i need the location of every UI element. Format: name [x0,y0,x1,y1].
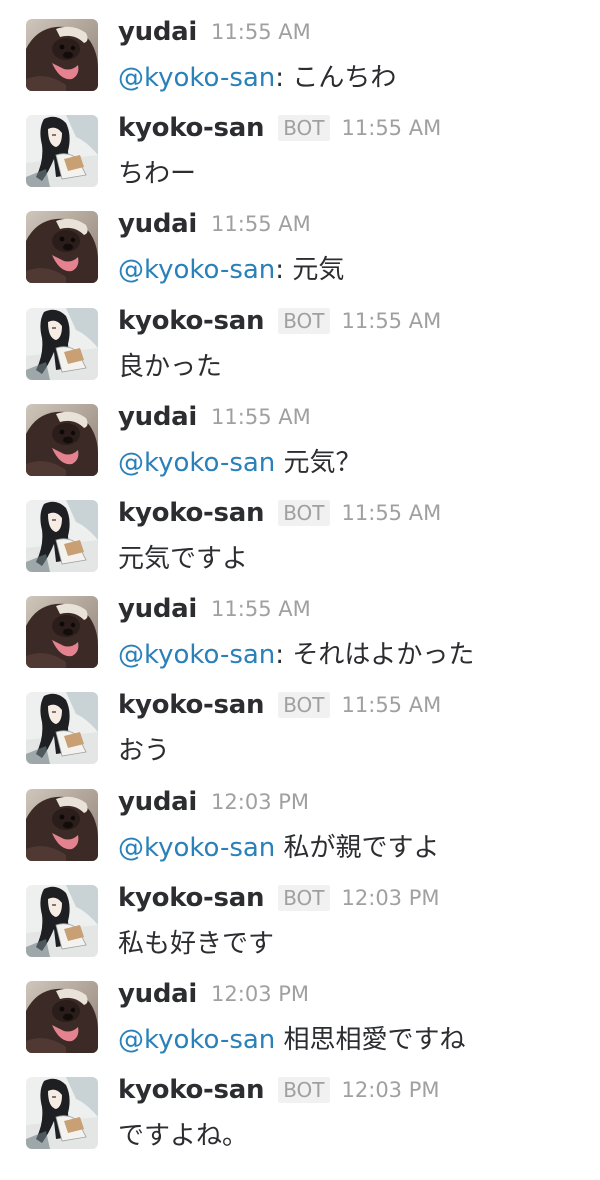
avatar[interactable] [26,19,98,91]
user-mention-link[interactable]: @kyoko-san [118,1025,275,1055]
timestamp[interactable]: 12:03 PM [211,790,309,814]
username[interactable]: kyoko-san [118,1075,264,1105]
username[interactable]: kyoko-san [118,498,264,528]
message-header: yudai 12:03 PM [118,978,309,1010]
message-row: kyoko-san BOT 12:03 PM ですよね。 [0,1058,600,1154]
username[interactable]: kyoko-san [118,306,264,336]
message-body: ちわー [118,159,197,189]
message-header: kyoko-san BOT 11:55 AM [118,112,441,144]
message-header: kyoko-san BOT 12:03 PM [118,1074,440,1106]
bot-badge: BOT [278,885,330,911]
message-list: yudai 11:55 AM @kyoko-san: こんちわ kyoko-san BO… [0,0,600,1180]
message-row: kyoko-san BOT 11:55 AM 元気ですよ [0,481,600,577]
message-row: yudai 12:03 PM @kyoko-san 相思相愛ですね [0,962,600,1058]
avatar[interactable] [26,596,98,668]
user-mention-link[interactable]: @kyoko-san [118,63,275,93]
message-body: ですよね。 [118,1121,249,1151]
user-mention-link[interactable]: @kyoko-san [118,833,275,863]
message-body: 私が親ですよ [275,833,440,863]
timestamp[interactable]: 11:55 AM [342,309,442,333]
message-header: yudai 11:55 AM [118,208,311,240]
timestamp[interactable]: 11:55 AM [211,405,311,429]
message-header: kyoko-san BOT 12:03 PM [118,882,440,914]
user-mention-link[interactable]: @kyoko-san [118,255,275,285]
message-header: yudai 11:55 AM [118,16,311,48]
message-row: kyoko-san BOT 11:55 AM 良かった [0,289,600,385]
avatar[interactable] [26,885,98,957]
timestamp[interactable]: 11:55 AM [342,693,442,717]
message-header: yudai 11:55 AM [118,401,311,433]
avatar[interactable] [26,308,98,380]
message-body: : 元気 [275,255,345,285]
username[interactable]: yudai [118,209,197,239]
message-text: @kyoko-san: こんちわ [118,60,396,96]
bot-badge: BOT [278,1077,330,1103]
message-row: yudai 11:55 AM @kyoko-san: 元気 [0,192,600,288]
message-body: 元気ですよ [118,544,249,574]
avatar[interactable] [26,115,98,187]
message-text: @kyoko-san 私が親ですよ [118,830,440,866]
message-row: kyoko-san BOT 11:55 AM ちわー [0,96,600,192]
message-body: : こんちわ [275,63,397,93]
message-text: @kyoko-san: それはよかった [118,637,474,673]
avatar[interactable] [26,404,98,476]
avatar[interactable] [26,211,98,283]
avatar[interactable] [26,1077,98,1149]
timestamp[interactable]: 12:03 PM [342,886,440,910]
bot-badge: BOT [278,692,330,718]
message-body: おう [118,736,171,766]
message-text: ちわー [118,156,196,192]
username[interactable]: kyoko-san [118,883,264,913]
user-mention-link[interactable]: @kyoko-san [118,448,275,478]
timestamp[interactable]: 11:55 AM [211,597,311,621]
message-row: yudai 12:03 PM @kyoko-san 私が親ですよ [0,770,600,866]
message-body: : それはよかった [275,640,475,670]
timestamp[interactable]: 11:55 AM [211,20,311,44]
message-header: kyoko-san BOT 11:55 AM [118,305,441,337]
username[interactable]: kyoko-san [118,690,264,720]
message-row: yudai 11:55 AM @kyoko-san 元気？ [0,385,600,481]
avatar[interactable] [26,789,98,861]
message-text: 元気ですよ [118,541,248,577]
message-row: kyoko-san BOT 11:55 AM おう [0,673,600,769]
username[interactable]: yudai [118,402,197,432]
avatar[interactable] [26,692,98,764]
username[interactable]: yudai [118,979,197,1009]
bot-badge: BOT [278,115,330,141]
avatar[interactable] [26,500,98,572]
avatar[interactable] [26,981,98,1053]
username[interactable]: yudai [118,594,197,624]
timestamp[interactable]: 12:03 PM [342,1078,440,1102]
message-text: @kyoko-san 元気？ [118,445,362,481]
message-body: 私も好きです [118,929,275,959]
message-text: ですよね。 [118,1118,248,1154]
username[interactable]: yudai [118,17,197,47]
timestamp[interactable]: 11:55 AM [342,116,442,140]
message-row: yudai 11:55 AM @kyoko-san: こんちわ [0,0,600,96]
timestamp[interactable]: 12:03 PM [211,982,309,1006]
message-text: @kyoko-san: 元気 [118,252,344,288]
message-text: @kyoko-san 相思相愛ですね [118,1022,466,1058]
message-body: 相思相愛ですね [275,1025,466,1055]
message-text: 私も好きです [118,926,274,962]
message-text: 良かった [118,349,222,385]
message-header: kyoko-san BOT 11:55 AM [118,689,441,721]
user-mention-link[interactable]: @kyoko-san [118,640,275,670]
message-row: kyoko-san BOT 12:03 PM 私も好きです [0,866,600,962]
message-body: 良かった [118,352,223,382]
bot-badge: BOT [278,308,330,334]
username[interactable]: yudai [118,787,197,817]
message-header: yudai 12:03 PM [118,786,309,818]
username[interactable]: kyoko-san [118,113,264,143]
message-header: yudai 11:55 AM [118,593,311,625]
message-body: 元気？ [275,448,362,478]
message-row: yudai 11:55 AM @kyoko-san: それはよかった [0,577,600,673]
timestamp[interactable]: 11:55 AM [211,212,311,236]
message-header: kyoko-san BOT 11:55 AM [118,497,441,529]
message-text: おう [118,733,170,769]
timestamp[interactable]: 11:55 AM [342,501,442,525]
bot-badge: BOT [278,500,330,526]
